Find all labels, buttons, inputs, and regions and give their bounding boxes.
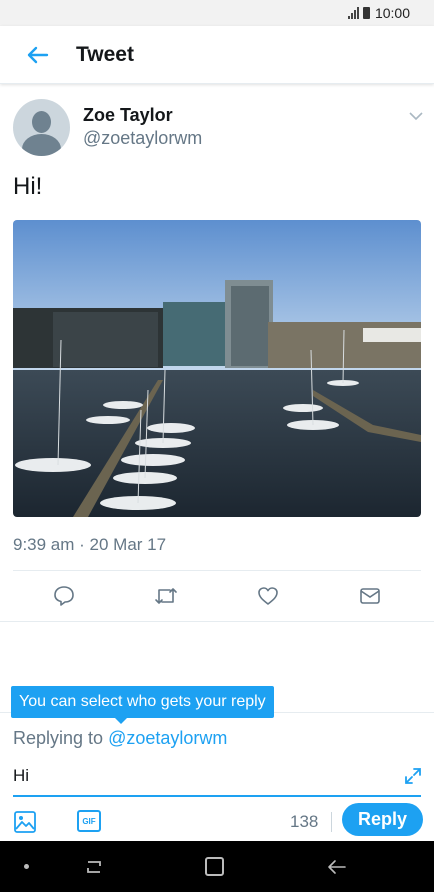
app-header: Tweet [0,26,434,84]
divider [13,570,421,571]
reply-icon[interactable] [44,576,84,616]
tweet-author[interactable]: Zoe Taylor @zoetaylorwm [13,97,423,157]
avatar[interactable] [13,98,70,156]
input-underline [13,795,421,797]
home-icon[interactable] [205,857,224,876]
count-divider [331,812,332,832]
status-time: 10:00 [374,5,410,21]
image-icon[interactable] [13,810,37,839]
nav-back-icon[interactable] [327,857,347,882]
tweet-text: Hi! [13,173,43,200]
chevron-down-icon[interactable] [409,108,423,126]
divider [0,621,434,622]
page-title: Tweet [76,42,134,66]
char-count: 138 [290,812,319,831]
replying-to[interactable]: Replying to @zoetaylorwm [13,728,227,749]
author-name[interactable]: Zoe Taylor [83,104,202,126]
tweet-photo[interactable] [13,220,421,517]
status-bar: 10:00 [0,0,434,26]
author-handle[interactable]: @zoetaylorwm [83,126,202,150]
like-icon[interactable] [248,576,288,616]
battery-icon [362,7,370,19]
reply-audience-tooltip[interactable]: You can select who gets your reply [11,686,274,724]
gif-label: GIF [82,816,96,826]
nav-dot-icon[interactable] [24,864,29,869]
gif-icon[interactable]: GIF [77,810,101,832]
back-arrow-icon[interactable] [0,26,76,84]
tweet-actions [13,572,421,620]
tweet-timestamp: 9:39 am · 20 Mar 17 [13,535,167,554]
dm-icon[interactable] [350,576,390,616]
replying-prefix: Replying to [13,728,109,748]
replying-handle[interactable]: @zoetaylorwm [108,728,227,748]
system-nav-bar [0,841,434,892]
retweet-icon[interactable] [146,576,186,616]
reply-button[interactable]: Reply [342,803,423,836]
expand-icon[interactable] [404,767,422,790]
reply-input[interactable]: Hi [13,766,29,786]
tooltip-text: You can select who gets your reply [19,693,266,710]
signal-icon [347,7,359,19]
recents-icon[interactable] [84,857,104,882]
tooltip-tail [113,716,129,724]
